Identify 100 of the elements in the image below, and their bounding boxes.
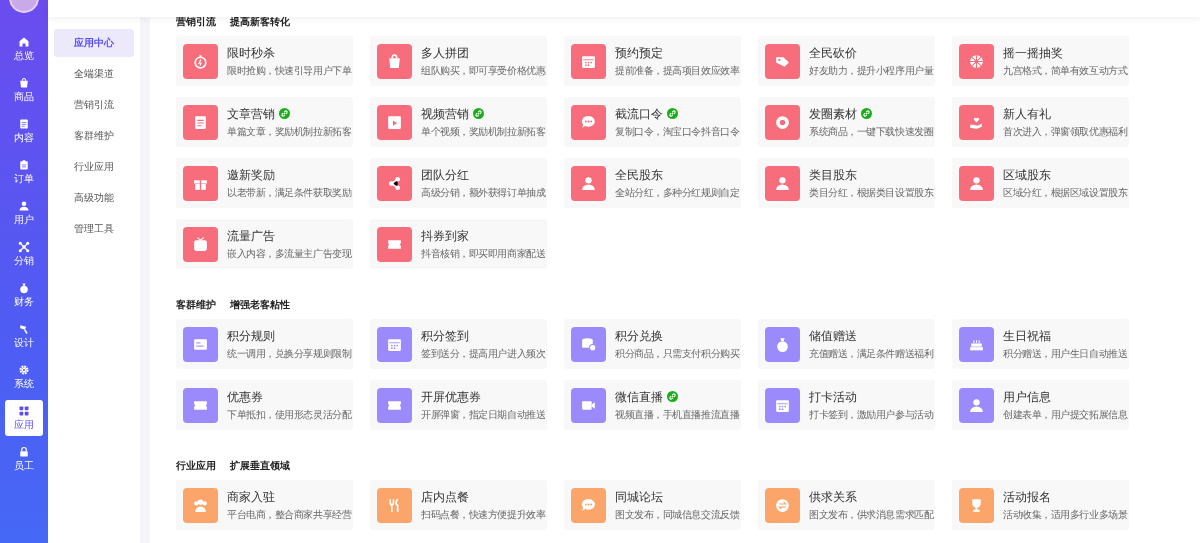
app-description: 抖音核销，即买即用商家配送 (421, 246, 546, 261)
app-title: 类目股东 (809, 166, 857, 183)
app-title: 用户信息 (1003, 388, 1051, 405)
app-card[interactable]: 抖券到家 抖音核销，即买即用商家配送 (370, 219, 547, 269)
app-title: 团队分红 (421, 166, 469, 183)
app-description: 统一调用，兑换分享规则限制 (227, 346, 352, 361)
app-title: 抖券到家 (421, 227, 469, 244)
app-description: 好友助力，提升小程序用户量 (809, 63, 934, 78)
app-description: 积分赠送，用户生日自动推送 (1003, 346, 1128, 361)
app-card[interactable]: 截流口令 复制口令，淘宝口令抖音口令 (564, 97, 741, 147)
clipboard-icon (18, 159, 30, 171)
app-description: 视频直播，手机直播推流直播 (615, 407, 740, 422)
app-card[interactable]: 储值赠送 充值赠送，满足条件赠送福利 (758, 319, 935, 369)
app-card[interactable]: 预约预定 提前准备，提高项目效应效率 (564, 36, 741, 86)
app-card[interactable]: 视频营销 单个视频，奖励机制拉新拓客 (370, 97, 547, 147)
app-description: 以老带新，满足条件获取奖励 (227, 185, 352, 200)
subnav-item[interactable]: 应用中心 (54, 29, 134, 57)
section-subtitle: 提高新客转化 (230, 15, 290, 29)
app-card[interactable]: 积分签到 签到送分，提高用户进入频次 (370, 319, 547, 369)
app-title: 截流口令 (615, 105, 663, 122)
app-card[interactable]: 积分规则 统一调用，兑换分享规则限制 (176, 319, 353, 369)
app-card[interactable]: 商家入驻 平台电商，整合商家共享经营 (176, 480, 353, 530)
app-card[interactable]: 全民股东 全站分红，多种分红规则自定 (564, 158, 741, 208)
app-description: 图文发布，供求消息需求匹配 (809, 507, 934, 522)
sidebar-item[interactable]: 员工 (5, 441, 43, 477)
app-card[interactable]: 积分兑换 积分商品，只需支付积分购买 (564, 319, 741, 369)
bag-icon (18, 77, 30, 89)
app-card[interactable]: 优惠券 下单抵扣，使用形态灵活分配 (176, 380, 353, 430)
app-card[interactable]: 微信直播 视频直播，手机直播推流直播 (564, 380, 741, 430)
sidebar-item[interactable]: 应用 (5, 400, 43, 436)
section-subtitle: 增强老客粘性 (230, 298, 290, 312)
app-card[interactable]: 限时秒杀 限时抢购，快速引导用户下单 (176, 36, 353, 86)
subnav-item[interactable]: 全端渠道 (54, 60, 134, 88)
app-description: 系统商品，一键下载快速发圈 (809, 124, 934, 139)
app-card[interactable]: 全民砍价 好友助力，提升小程序用户量 (758, 36, 935, 86)
document-icon (18, 118, 30, 130)
section-subtitle: 扩展垂直领域 (230, 459, 290, 473)
app-title: 摇一摇抽奖 (1003, 44, 1063, 61)
section-title: 营销引流 (176, 15, 216, 29)
app-description: 下单抵扣，使用形态灵活分配 (227, 407, 352, 422)
app-description: 类目分红，根据类目设置股东 (809, 185, 934, 200)
app-card[interactable]: 供求关系 图文发布，供求消息需求匹配 (758, 480, 935, 530)
app-card[interactable]: 活动报名 活动收集，适用多行业多场景 (952, 480, 1129, 530)
app-card[interactable]: 摇一摇抽奖 九宫格式，简单有效互动方式 (952, 36, 1129, 86)
app-card[interactable]: 生日祝福 积分赠送，用户生日自动推送 (952, 319, 1129, 369)
app-card[interactable]: 发圈素材 系统商品，一键下载快速发圈 (758, 97, 935, 147)
sidebar-item[interactable]: 分销 (5, 236, 43, 272)
subnav-item[interactable]: 客群维护 (54, 122, 134, 150)
app-card[interactable]: 邀新奖励 以老带新，满足条件获取奖励 (176, 158, 353, 208)
app-title: 多人拼团 (421, 44, 469, 61)
app-description: 提前准备，提高项目效应效率 (615, 63, 740, 78)
sidebar-item[interactable]: 系统 (5, 359, 43, 395)
app-description: 活动收集，适用多行业多场景 (1003, 507, 1128, 522)
app-title: 新人有礼 (1003, 105, 1051, 122)
app-title: 视频营销 (421, 105, 469, 122)
subnav-item[interactable]: 高级功能 (54, 184, 134, 212)
sidebar-item[interactable]: 设计 (5, 318, 43, 354)
app-title: 打卡活动 (809, 388, 857, 405)
sidebar-item[interactable]: 订单 (5, 154, 43, 190)
app-title: 优惠券 (227, 388, 263, 405)
app-card[interactable]: 区域股东 区域分红，根据区域设置股东 (952, 158, 1129, 208)
app-card[interactable]: 文章营销 单篇文章，奖励机制拉新拓客 (176, 97, 353, 147)
subnav-item[interactable]: 营销引流 (54, 91, 134, 119)
gear-icon (18, 364, 30, 376)
sidebar-item[interactable]: 总览 (5, 31, 43, 67)
subnav-item[interactable]: 行业应用 (54, 153, 134, 181)
lock-icon (18, 446, 30, 458)
app-title: 区域股东 (1003, 166, 1051, 183)
app-title: 供求关系 (809, 488, 857, 505)
app-card[interactable]: 打卡活动 打卡签到，激励用户参与活动 (758, 380, 935, 430)
person-icon (18, 200, 30, 212)
app-title: 全民砍价 (809, 44, 857, 61)
app-card[interactable]: 流量广告 嵌入内容，多流量主广告变现 (176, 219, 353, 269)
sidebar-item[interactable]: 用户 (5, 195, 43, 231)
app-description: 嵌入内容，多流量主广告变现 (227, 246, 352, 261)
app-card[interactable]: 类目股东 类目分红，根据类目设置股东 (758, 158, 935, 208)
app-card[interactable]: 多人拼团 组队购买，即可享受价格优惠 (370, 36, 547, 86)
app-title: 微信直播 (615, 388, 663, 405)
sidebar-item[interactable]: 内容 (5, 113, 43, 149)
app-card[interactable]: 团队分红 高级分销，额外获得订单抽成 (370, 158, 547, 208)
sidebar-item[interactable]: 商品 (5, 72, 43, 108)
app-card[interactable]: 用户信息 创建表单，用户提交拓展信息 (952, 380, 1129, 430)
app-card[interactable]: 店内点餐 扫码点餐，快速方便提升效率 (370, 480, 547, 530)
app-description: 平台电商，整合商家共享经营 (227, 507, 352, 522)
app-title: 文章营销 (227, 105, 275, 122)
app-title: 发圈素材 (809, 105, 857, 122)
app-description: 九宫格式，简单有效互动方式 (1003, 63, 1128, 78)
app-card[interactable]: 新人有礼 首次进入，弹窗领取优惠福利 (952, 97, 1129, 147)
app-title: 生日祝福 (1003, 327, 1051, 344)
app-title: 同城论坛 (615, 488, 663, 505)
app-description: 单篇文章，奖励机制拉新拓客 (227, 124, 352, 139)
app-card[interactable]: 同城论坛 图文发布，同城信息交流反馈 (564, 480, 741, 530)
app-title: 积分签到 (421, 327, 469, 344)
subnav-item[interactable]: 管理工具 (54, 215, 134, 243)
app-title: 流量广告 (227, 227, 275, 244)
app-card[interactable]: 开屏优惠券 开屏弹窗，指定日期自动推送 (370, 380, 547, 430)
app-description: 全站分红，多种分红规则自定 (615, 185, 740, 200)
app-description: 签到送分，提高用户进入频次 (421, 346, 546, 361)
app-title: 全民股东 (615, 166, 663, 183)
sidebar-item[interactable]: 财务 (5, 277, 43, 313)
